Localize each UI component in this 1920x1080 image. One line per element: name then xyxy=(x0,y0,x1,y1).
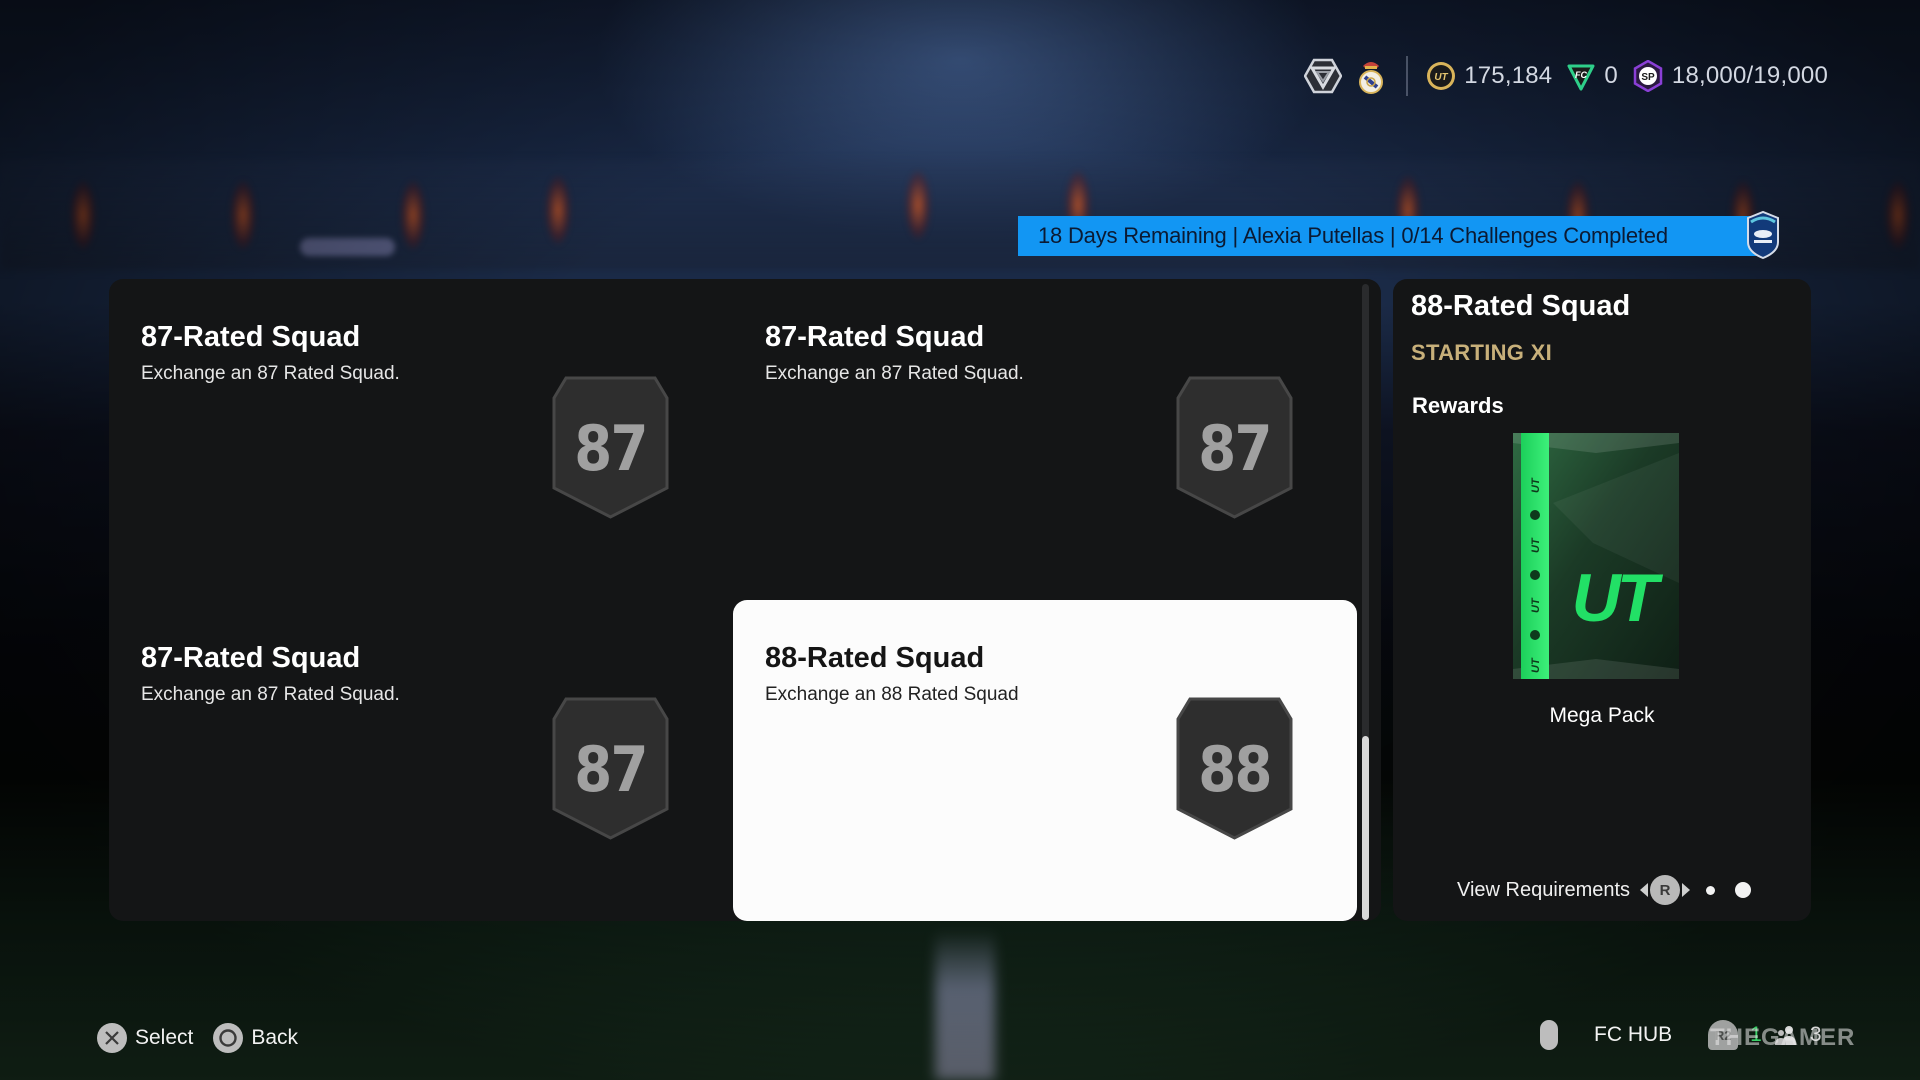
svg-text:UT: UT xyxy=(1530,477,1542,493)
rating-badge: 87 xyxy=(552,697,669,840)
challenge-description: Exchange an 87 Rated Squad. xyxy=(141,684,400,705)
scrollbar[interactable] xyxy=(1362,284,1369,920)
fc-points-icon: FC xyxy=(1566,57,1596,95)
fc-hub-label[interactable]: FC HUB xyxy=(1594,1023,1672,1047)
rating-value: 87 xyxy=(1198,412,1272,485)
rating-value: 88 xyxy=(1198,733,1272,806)
view-requirements[interactable]: View Requirements R xyxy=(1457,875,1752,905)
topbar-divider xyxy=(1406,56,1409,96)
arrow-left-icon xyxy=(1640,883,1649,897)
rating-value: 87 xyxy=(574,733,648,806)
page-indicator-dot[interactable] xyxy=(1706,885,1716,895)
coins-balance: 175,184 xyxy=(1464,62,1553,89)
page-indicator-dot-active[interactable] xyxy=(1735,882,1752,898)
rating-value: 87 xyxy=(574,412,648,485)
season-rank-icon xyxy=(1304,57,1343,95)
objective-banner[interactable]: 18 Days Remaining | Alexia Putellas | 0/… xyxy=(1018,216,1763,256)
mega-pack-image: UT UT UT UT UT xyxy=(1513,433,1679,679)
back-hint[interactable]: Back xyxy=(213,1023,298,1053)
banner-text: 18 Days Remaining | Alexia Putellas | 0/… xyxy=(1038,223,1668,248)
select-label: Select xyxy=(135,1026,194,1049)
ut-coin-icon: UT xyxy=(1426,57,1456,95)
svg-text:UT: UT xyxy=(1435,72,1449,83)
r-stick-icon: R xyxy=(1650,875,1681,905)
challenge-title: 87-Rated Squad xyxy=(765,321,985,353)
rating-badge: 87 xyxy=(1176,376,1293,519)
challenge-description: Exchange an 87 Rated Squad. xyxy=(765,363,1024,384)
button-hints: Select Back xyxy=(97,1023,318,1053)
challenge-detail-panel: 88-Rated Squad STARTING XI Rewards UT UT… xyxy=(1393,279,1811,921)
svg-text:FC: FC xyxy=(1575,70,1587,80)
fc-points-balance: 0 xyxy=(1604,62,1618,89)
challenge-card[interactable]: 87-Rated Squad Exchange an 87 Rated Squa… xyxy=(733,279,1357,600)
back-label: Back xyxy=(251,1026,299,1049)
svg-text:UT: UT xyxy=(1530,597,1542,613)
rating-badge: 87 xyxy=(552,376,669,519)
liga-f-icon xyxy=(1745,210,1781,260)
cross-button-icon xyxy=(97,1023,127,1053)
select-hint[interactable]: Select xyxy=(97,1023,193,1053)
sp-balance: 18,000/19,000 xyxy=(1671,62,1828,89)
view-requirements-label: View Requirements xyxy=(1457,878,1631,901)
rating-badge: 88 xyxy=(1176,697,1293,840)
svg-text:SP: SP xyxy=(1641,72,1655,83)
scrollbar-thumb[interactable] xyxy=(1362,736,1369,920)
club-crest-icon xyxy=(1352,57,1390,95)
svg-text:UT: UT xyxy=(1530,537,1542,553)
challenge-card[interactable]: 87-Rated Squad Exchange an 87 Rated Squa… xyxy=(109,279,733,600)
challenge-card[interactable]: 87-Rated Squad Exchange an 87 Rated Squa… xyxy=(109,600,733,921)
reward-name: Mega Pack xyxy=(1549,704,1655,727)
challenge-title: 87-Rated Squad xyxy=(141,642,361,674)
touchpad-icon xyxy=(1540,1020,1558,1050)
challenge-description: Exchange an 87 Rated Squad. xyxy=(141,363,400,384)
rewards-heading: Rewards xyxy=(1412,393,1504,418)
sp-icon: SP xyxy=(1632,57,1664,95)
detail-title: 88-Rated Squad xyxy=(1411,290,1631,322)
right-stick-button[interactable]: R xyxy=(1640,875,1691,905)
pack-logo: UT xyxy=(1572,560,1664,636)
challenges-grid: 87-Rated Squad Exchange an 87 Rated Squa… xyxy=(109,279,1381,921)
svg-text:UT: UT xyxy=(1530,657,1542,673)
detail-subtitle: STARTING XI xyxy=(1411,340,1553,365)
currency-bar: UT 175,184 FC 0 SP 18,000/19,000 xyxy=(1304,56,1828,96)
challenge-title: 88-Rated Squad xyxy=(765,642,985,674)
arrow-right-icon xyxy=(1682,883,1691,897)
challenge-description: Exchange an 88 Rated Squad xyxy=(765,684,1019,705)
challenge-card-selected[interactable]: 88-Rated Squad Exchange an 88 Rated Squa… xyxy=(733,600,1357,921)
circle-button-icon xyxy=(213,1023,244,1053)
challenge-title: 87-Rated Squad xyxy=(141,321,361,353)
watermark: THEGAMER xyxy=(1710,1024,1856,1051)
